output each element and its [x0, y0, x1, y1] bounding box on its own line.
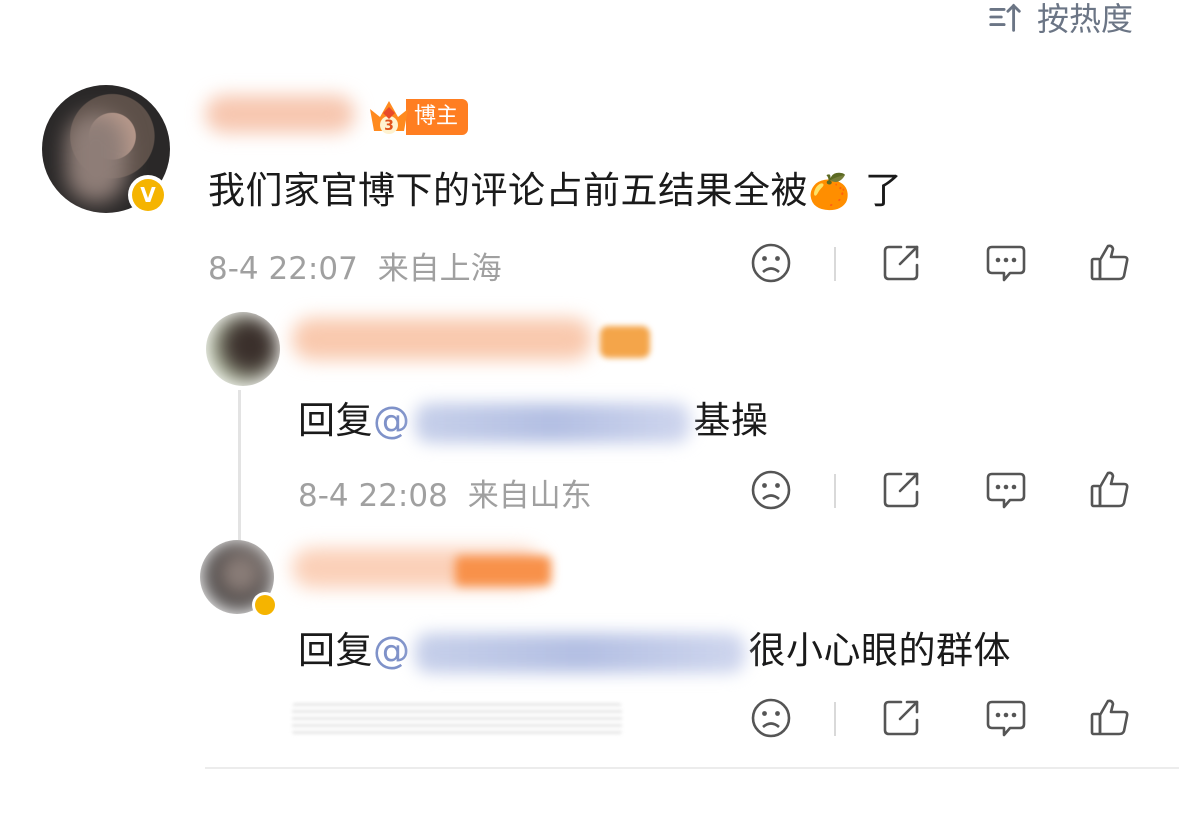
verified-badge: V: [128, 175, 168, 215]
orange-emoji: 🍊: [808, 172, 851, 212]
like-icon[interactable]: [1088, 241, 1132, 285]
comment-meta: 8-4 22:07 来自上海: [208, 243, 502, 288]
thread-line: [238, 390, 241, 540]
reply-text: 回复@ 很小心眼的群体: [298, 629, 1011, 673]
location: 来自上海: [377, 251, 502, 287]
action-divider: [834, 247, 836, 281]
svg-text:3: 3: [384, 118, 394, 134]
mentioned-user-link[interactable]: [414, 632, 745, 673]
blogger-badge: 3 博主: [366, 95, 469, 139]
dislike-icon[interactable]: [749, 468, 793, 512]
sort-label: 按热度: [1036, 0, 1133, 38]
crown-icon: 3: [366, 95, 412, 139]
reply-meta-redacted: [292, 703, 622, 735]
reply-meta: 8-4 22:08 来自山东: [298, 470, 592, 515]
share-icon[interactable]: [879, 241, 923, 285]
reply-user-badge: [455, 556, 551, 586]
reply-text: 回复@ 基操: [298, 399, 769, 443]
comment-text: 我们家官博下的评论占前五结果全被🍊 了: [208, 169, 903, 212]
like-icon[interactable]: [1088, 468, 1132, 512]
username[interactable]: [205, 95, 355, 133]
dislike-icon[interactable]: [749, 241, 793, 285]
reply-user-badge: [600, 326, 650, 358]
mentioned-user-link[interactable]: [414, 402, 690, 443]
dislike-icon[interactable]: [749, 696, 793, 740]
action-divider: [834, 474, 836, 508]
action-divider: [834, 702, 836, 736]
comment-icon[interactable]: [984, 696, 1028, 740]
comment-icon[interactable]: [984, 468, 1028, 512]
reply-avatar[interactable]: [206, 312, 280, 386]
location: 来自山东: [467, 478, 592, 514]
share-icon[interactable]: [879, 468, 923, 512]
sort-by-hot-button[interactable]: 按热度: [987, 0, 1133, 40]
timestamp: 8-4 22:08: [298, 478, 448, 514]
reply-username[interactable]: [292, 318, 592, 360]
verified-badge: [252, 592, 278, 618]
like-icon[interactable]: [1088, 696, 1132, 740]
share-icon[interactable]: [879, 696, 923, 740]
timestamp: 8-4 22:07: [208, 251, 358, 287]
sort-icon: [989, 3, 1021, 32]
badge-label: 博主: [406, 99, 469, 135]
comment-separator: [205, 767, 1179, 769]
comment-icon[interactable]: [984, 241, 1028, 285]
